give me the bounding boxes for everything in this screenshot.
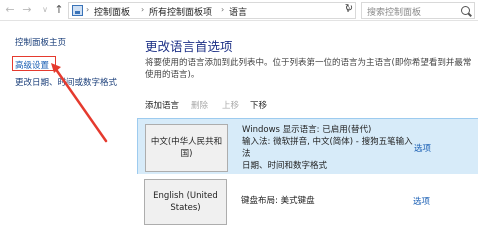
- annotation-arrow-icon: [51, 63, 108, 143]
